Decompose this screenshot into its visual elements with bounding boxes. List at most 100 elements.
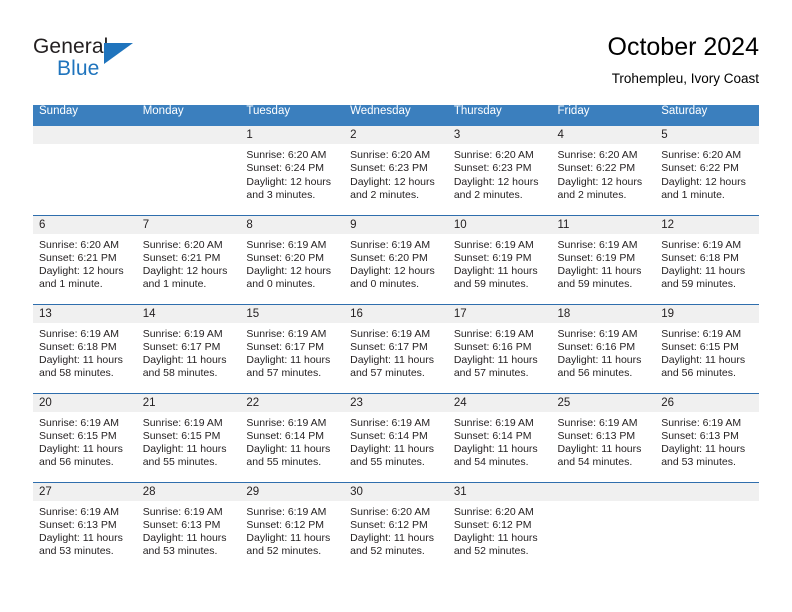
daylight-text-line1: Daylight: 11 hours xyxy=(246,532,331,545)
day-cell[interactable]: 3 Sunrise: 6:20 AM Sunset: 6:23 PM Dayli… xyxy=(447,126,552,215)
day-cell[interactable]: 7 Sunrise: 6:20 AM Sunset: 6:21 PM Dayli… xyxy=(136,214,241,304)
day-cell[interactable]: 20 Sunrise: 6:19 AM Sunset: 6:15 PM Dayl… xyxy=(33,392,137,482)
day-cell[interactable]: 13 Sunrise: 6:19 AM Sunset: 6:18 PM Dayl… xyxy=(33,303,137,393)
week-row: 13 Sunrise: 6:19 AM Sunset: 6:18 PM Dayl… xyxy=(33,303,759,393)
day-cell[interactable]: 22 Sunrise: 6:19 AM Sunset: 6:14 PM Dayl… xyxy=(240,392,345,482)
day-cell[interactable]: 8 Sunrise: 6:19 AM Sunset: 6:20 PM Dayli… xyxy=(240,214,345,304)
day-cell[interactable]: 27 Sunrise: 6:19 AM Sunset: 6:13 PM Dayl… xyxy=(33,481,137,571)
daylight-text-line2: and 3 minutes. xyxy=(246,188,316,201)
day-number: 27 xyxy=(33,482,137,501)
daylight-text-line2: and 57 minutes. xyxy=(350,367,425,380)
daylight-text-line2: and 59 minutes. xyxy=(453,278,529,291)
day-details: Sunrise: 6:19 AM Sunset: 6:16 PM Dayligh… xyxy=(448,323,552,381)
day-cell[interactable]: 9 Sunrise: 6:19 AM Sunset: 6:20 PM Dayli… xyxy=(344,214,448,304)
daylight-text-line1: Daylight: 11 hours xyxy=(557,443,642,456)
brand-logo[interactable]: General Blue xyxy=(33,36,233,88)
daylight-text-line1: Daylight: 11 hours xyxy=(142,354,227,367)
daylight-text-line2: and 1 minute. xyxy=(661,188,725,201)
sunset-text: Sunset: 6:16 PM xyxy=(453,340,532,353)
day-cell[interactable]: 14 Sunrise: 6:19 AM Sunset: 6:17 PM Dayl… xyxy=(136,303,241,393)
day-cell[interactable]: 28 Sunrise: 6:19 AM Sunset: 6:13 PM Dayl… xyxy=(136,481,241,571)
day-details: Sunrise: 6:19 AM Sunset: 6:16 PM Dayligh… xyxy=(552,323,656,381)
day-cell[interactable]: 5 Sunrise: 6:20 AM Sunset: 6:22 PM Dayli… xyxy=(655,126,759,215)
sunrise-text: Sunrise: 6:20 AM xyxy=(557,149,638,161)
day-cell[interactable]: 4 Sunrise: 6:20 AM Sunset: 6:22 PM Dayli… xyxy=(551,126,656,215)
daylight-text-line1: Daylight: 11 hours xyxy=(557,354,642,367)
day-cell[interactable]: 11 Sunrise: 6:19 AM Sunset: 6:19 PM Dayl… xyxy=(551,214,656,304)
day-cell[interactable]: 29 Sunrise: 6:19 AM Sunset: 6:12 PM Dayl… xyxy=(240,481,345,571)
daylight-text-line1: Daylight: 11 hours xyxy=(661,265,746,278)
sunset-text: Sunset: 6:17 PM xyxy=(350,340,428,353)
sunset-text: Sunset: 6:14 PM xyxy=(453,429,532,442)
daylight-text-line2: and 57 minutes. xyxy=(246,367,322,380)
daylight-text-line1: Daylight: 11 hours xyxy=(246,354,331,367)
day-details: Sunrise: 6:20 AM Sunset: 6:12 PM Dayligh… xyxy=(448,501,552,559)
day-number: 1 xyxy=(240,126,345,144)
sunrise-text: Sunrise: 6:19 AM xyxy=(557,238,638,251)
calendar-page: General Blue October 2024 Trohempleu, Iv… xyxy=(0,0,792,612)
sunrise-text: Sunrise: 6:19 AM xyxy=(39,416,119,429)
day-cell[interactable]: 16 Sunrise: 6:19 AM Sunset: 6:17 PM Dayl… xyxy=(344,303,448,393)
day-details: Sunrise: 6:20 AM Sunset: 6:24 PM Dayligh… xyxy=(240,144,344,202)
page-title: October 2024 xyxy=(607,33,760,61)
page-subtitle: Trohempleu, Ivory Coast xyxy=(611,71,759,86)
sunset-text: Sunset: 6:17 PM xyxy=(246,340,325,353)
sunset-text: Sunset: 6:19 PM xyxy=(557,251,636,264)
sunrise-text: Sunrise: 6:19 AM xyxy=(39,505,119,518)
day-cell[interactable]: 31 Sunrise: 6:20 AM Sunset: 6:12 PM Dayl… xyxy=(447,481,552,571)
day-cell[interactable]: 12 Sunrise: 6:19 AM Sunset: 6:18 PM Dayl… xyxy=(655,214,759,304)
sunset-text: Sunset: 6:22 PM xyxy=(557,162,636,175)
day-cell[interactable]: 30 Sunrise: 6:20 AM Sunset: 6:12 PM Dayl… xyxy=(344,481,448,571)
daylight-text-line1: Daylight: 12 hours xyxy=(39,265,124,278)
day-cell[interactable]: 23 Sunrise: 6:19 AM Sunset: 6:14 PM Dayl… xyxy=(344,392,448,482)
sunset-text: Sunset: 6:13 PM xyxy=(557,429,636,442)
sunset-text: Sunset: 6:13 PM xyxy=(142,518,221,531)
day-number: 20 xyxy=(33,393,137,412)
day-cell[interactable]: 2 Sunrise: 6:20 AM Sunset: 6:23 PM Dayli… xyxy=(344,126,448,215)
day-number: 17 xyxy=(447,304,552,323)
week-row: 20 Sunrise: 6:19 AM Sunset: 6:15 PM Dayl… xyxy=(33,392,759,482)
day-cell[interactable]: 25 Sunrise: 6:19 AM Sunset: 6:13 PM Dayl… xyxy=(551,392,656,482)
day-number: 2 xyxy=(344,126,448,144)
sunset-text: Sunset: 6:16 PM xyxy=(557,340,636,353)
day-cell[interactable]: 1 Sunrise: 6:20 AM Sunset: 6:24 PM Dayli… xyxy=(240,126,345,215)
daylight-text-line1: Daylight: 12 hours xyxy=(453,175,539,188)
day-number: 3 xyxy=(447,126,552,144)
day-cell[interactable]: 24 Sunrise: 6:19 AM Sunset: 6:14 PM Dayl… xyxy=(447,392,552,482)
day-cell[interactable]: 10 Sunrise: 6:19 AM Sunset: 6:19 PM Dayl… xyxy=(447,214,552,304)
day-details: Sunrise: 6:19 AM Sunset: 6:13 PM Dayligh… xyxy=(552,412,656,470)
week-row: 6 Sunrise: 6:20 AM Sunset: 6:21 PM Dayli… xyxy=(33,214,759,304)
daylight-text-line1: Daylight: 12 hours xyxy=(350,175,435,188)
sunrise-text: Sunrise: 6:19 AM xyxy=(661,238,742,251)
sunset-text: Sunset: 6:23 PM xyxy=(453,162,532,175)
calendar-grid: Sunday Monday Tuesday Wednesday Thursday… xyxy=(33,105,759,571)
day-details: Sunrise: 6:19 AM Sunset: 6:15 PM Dayligh… xyxy=(137,412,241,470)
daylight-text-line2: and 55 minutes. xyxy=(246,456,322,469)
daylight-text-line1: Daylight: 12 hours xyxy=(350,265,435,278)
daylight-text-line1: Daylight: 11 hours xyxy=(39,354,123,367)
sunrise-text: Sunrise: 6:19 AM xyxy=(246,327,327,340)
day-cell[interactable]: 19 Sunrise: 6:19 AM Sunset: 6:15 PM Dayl… xyxy=(655,303,759,393)
sunset-text: Sunset: 6:14 PM xyxy=(246,429,325,442)
weekday-header-row: Sunday Monday Tuesday Wednesday Thursday… xyxy=(33,105,759,126)
day-cell[interactable]: 6 Sunrise: 6:20 AM Sunset: 6:21 PM Dayli… xyxy=(33,214,137,304)
daylight-text-line1: Daylight: 11 hours xyxy=(39,443,123,456)
sunset-text: Sunset: 6:12 PM xyxy=(350,518,428,531)
day-cell[interactable]: 17 Sunrise: 6:19 AM Sunset: 6:16 PM Dayl… xyxy=(447,303,552,393)
day-number: 22 xyxy=(240,393,345,412)
day-cell[interactable]: 26 Sunrise: 6:19 AM Sunset: 6:13 PM Dayl… xyxy=(655,392,759,482)
daylight-text-line1: Daylight: 12 hours xyxy=(142,265,228,278)
sunset-text: Sunset: 6:15 PM xyxy=(661,340,739,353)
sunset-text: Sunset: 6:14 PM xyxy=(350,429,428,442)
day-number: 12 xyxy=(655,215,759,234)
day-details: Sunrise: 6:19 AM Sunset: 6:19 PM Dayligh… xyxy=(448,234,552,292)
day-number: 30 xyxy=(344,482,448,501)
day-cell[interactable]: 15 Sunrise: 6:19 AM Sunset: 6:17 PM Dayl… xyxy=(240,303,345,393)
day-cell[interactable]: 21 Sunrise: 6:19 AM Sunset: 6:15 PM Dayl… xyxy=(136,392,241,482)
day-details: Sunrise: 6:19 AM Sunset: 6:17 PM Dayligh… xyxy=(240,323,344,381)
day-cell[interactable]: 18 Sunrise: 6:19 AM Sunset: 6:16 PM Dayl… xyxy=(551,303,656,393)
day-details: Sunrise: 6:19 AM Sunset: 6:19 PM Dayligh… xyxy=(552,234,656,292)
sunset-text: Sunset: 6:22 PM xyxy=(661,162,739,175)
sunrise-text: Sunrise: 6:19 AM xyxy=(246,505,327,518)
weekday-header-saturday: Saturday xyxy=(655,105,759,126)
